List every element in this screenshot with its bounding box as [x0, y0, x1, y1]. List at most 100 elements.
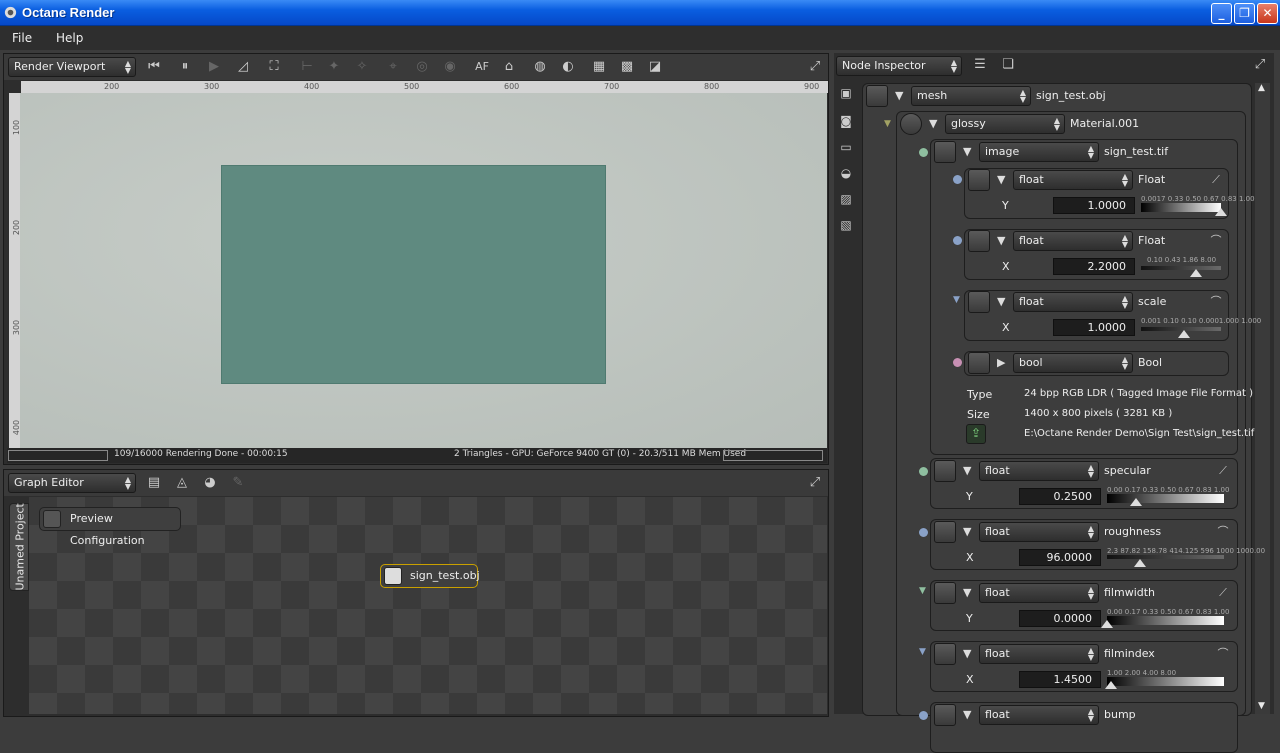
project-tab[interactable]: Unamed Project — [9, 503, 29, 591]
close-button[interactable]: ✕ — [1257, 3, 1278, 24]
collapse-arrow[interactable]: ▼ — [895, 89, 903, 102]
grid-icon[interactable]: ▦ — [591, 59, 607, 75]
collapse-arrow[interactable]: ▼ — [963, 647, 971, 660]
film-icon[interactable]: ▭ — [838, 140, 854, 156]
param-value-field[interactable]: 0.0000 — [1019, 610, 1101, 627]
inspector-scrollbar[interactable]: ▲ ▼ — [1255, 83, 1270, 714]
float-node-icon[interactable] — [934, 521, 956, 543]
alpha-icon[interactable]: ◪ — [647, 59, 663, 75]
param-value-field[interactable]: 96.0000 — [1019, 549, 1101, 566]
preview-configuration-node[interactable]: Preview Configuration — [39, 507, 181, 547]
param-type-dropdown[interactable]: float ▲ ▼ — [1013, 231, 1133, 251]
collapse-arrow[interactable]: ▼ — [963, 464, 971, 477]
linear-curve-icon[interactable]: ⟋ — [1208, 172, 1224, 188]
param-slider[interactable] — [1107, 616, 1224, 625]
load-image-icon[interactable]: ⇪ — [966, 424, 986, 444]
collapse-arrow[interactable]: ▼ — [929, 117, 937, 130]
float-node-icon[interactable] — [934, 643, 956, 665]
float-node-icon[interactable] — [968, 291, 990, 313]
viewport-dropdown[interactable]: Render Viewport ▲ ▼ — [8, 57, 136, 77]
material-pick-icon[interactable]: ⌂ — [501, 59, 517, 75]
collapse-arrow[interactable]: ▼ — [963, 525, 971, 538]
curve-icon[interactable]: ⟋ — [1215, 585, 1231, 601]
param-type-dropdown[interactable]: float ▲ ▼ — [979, 705, 1099, 725]
collapse-arrow[interactable]: ▼ — [997, 295, 1005, 308]
play-icon[interactable]: ▶ — [206, 59, 222, 75]
graph-dropdown[interactable]: Graph Editor ▲ ▼ — [8, 473, 136, 493]
curve-icon[interactable]: ⌒ — [1208, 294, 1224, 310]
param-type-dropdown[interactable]: float ▲ ▼ — [1013, 292, 1133, 312]
collapse-icon[interactable]: ❏ — [1000, 57, 1016, 73]
maximize-graph-icon[interactable]: ⤢ — [807, 475, 823, 491]
float-node-icon[interactable] — [968, 169, 990, 191]
param-value-field[interactable]: 2.2000 — [1053, 258, 1135, 275]
render-region-icon[interactable]: ◍ — [532, 59, 548, 75]
param-slider[interactable] — [1141, 266, 1221, 270]
slider-thumb[interactable] — [1189, 269, 1202, 277]
maximize-inspector-icon[interactable]: ⤢ — [1252, 57, 1268, 73]
render-canvas[interactable] — [20, 93, 827, 448]
menu-file[interactable]: File — [12, 31, 32, 45]
curve-icon[interactable]: ⟋ — [1215, 463, 1231, 479]
slider-thumb[interactable] — [1104, 681, 1117, 689]
param-slider[interactable] — [1141, 203, 1221, 212]
reset-camera-icon[interactable]: ⛶ — [266, 59, 282, 75]
expand-arrow[interactable]: ▶ — [997, 356, 1005, 369]
pause-icon[interactable]: ⏸ — [177, 59, 193, 75]
float-node-icon[interactable] — [934, 460, 956, 482]
material-node-icon[interactable] — [900, 113, 922, 135]
param-value-field[interactable]: 0.2500 — [1019, 488, 1101, 505]
float-node-icon[interactable] — [934, 582, 956, 604]
environment-icon[interactable]: ◒ — [838, 166, 854, 182]
menu-help[interactable]: Help — [56, 31, 83, 45]
param-value-field[interactable]: 1.4500 — [1019, 671, 1101, 688]
slider-thumb[interactable] — [1178, 330, 1190, 338]
bool-node-icon[interactable] — [968, 352, 990, 374]
add-material-icon[interactable]: ◕ — [202, 475, 218, 491]
slider-thumb[interactable] — [1215, 208, 1227, 216]
param-type-dropdown[interactable]: float ▲ ▼ — [979, 461, 1099, 481]
curve-icon[interactable]: ⌒ — [1215, 524, 1231, 540]
slider-thumb[interactable] — [1130, 498, 1143, 506]
maximize-button[interactable]: ❐ — [1234, 3, 1255, 24]
mesh-node-icon[interactable] — [866, 85, 888, 107]
scroll-down-icon[interactable]: ▼ — [1258, 701, 1265, 711]
focus-pick-icon[interactable]: ◎ — [414, 59, 430, 75]
image-icon[interactable]: ▣ — [838, 86, 854, 102]
float-node-icon[interactable] — [934, 704, 956, 726]
af-button[interactable]: AF — [471, 59, 493, 75]
pick-zoom-icon[interactable]: ✧ — [354, 59, 370, 75]
param-type-dropdown[interactable]: float ▲ ▼ — [1013, 170, 1133, 190]
add-node-icon[interactable]: ▤ — [146, 475, 162, 491]
collapse-arrow[interactable]: ▼ — [963, 586, 971, 599]
pick-icon[interactable]: ⊢ — [299, 59, 315, 75]
camera-icon[interactable]: ◙ — [838, 114, 854, 130]
ruler-icon[interactable]: ◿ — [235, 59, 251, 75]
white-balance-icon[interactable]: ◉ — [442, 59, 458, 75]
minimize-button[interactable]: _ — [1211, 3, 1232, 24]
collapse-arrow[interactable]: ▼ — [963, 145, 971, 158]
mesh-node[interactable]: sign_test.obj — [380, 564, 480, 588]
scroll-up-icon[interactable]: ▲ — [1258, 83, 1265, 93]
pick-target-icon[interactable]: ✦ — [326, 59, 342, 75]
collapse-arrow[interactable]: ▼ — [997, 173, 1005, 186]
param-type-dropdown[interactable]: float ▲ ▼ — [979, 583, 1099, 603]
autofocus-icon[interactable]: ⌖ — [385, 59, 401, 75]
param-value-field[interactable]: 1.0000 — [1053, 319, 1135, 336]
material-type-dropdown[interactable]: glossy ▲ ▼ — [945, 114, 1065, 134]
slider-thumb[interactable] — [1133, 559, 1146, 567]
checker-icon[interactable]: ▩ — [619, 59, 635, 75]
maximize-viewport-icon[interactable]: ⤢ — [807, 59, 823, 75]
image-node-icon[interactable] — [934, 141, 956, 163]
mesh-type-dropdown[interactable]: mesh ▲ ▼ — [911, 86, 1031, 106]
curve-icon[interactable]: ⌒ — [1208, 233, 1224, 249]
param-slider[interactable] — [1107, 494, 1224, 503]
param-slider[interactable] — [1107, 677, 1224, 686]
rewind-icon[interactable]: ⏮ — [146, 59, 162, 75]
expand-icon[interactable]: ☰ — [972, 57, 988, 73]
param-type-dropdown[interactable]: float ▲ ▼ — [979, 522, 1099, 542]
image-type-dropdown[interactable]: image ▲ ▼ — [979, 142, 1099, 162]
float-node-icon[interactable] — [968, 230, 990, 252]
param-type-dropdown[interactable]: float ▲ ▼ — [979, 644, 1099, 664]
param-value-field[interactable]: 1.0000 — [1053, 197, 1135, 214]
